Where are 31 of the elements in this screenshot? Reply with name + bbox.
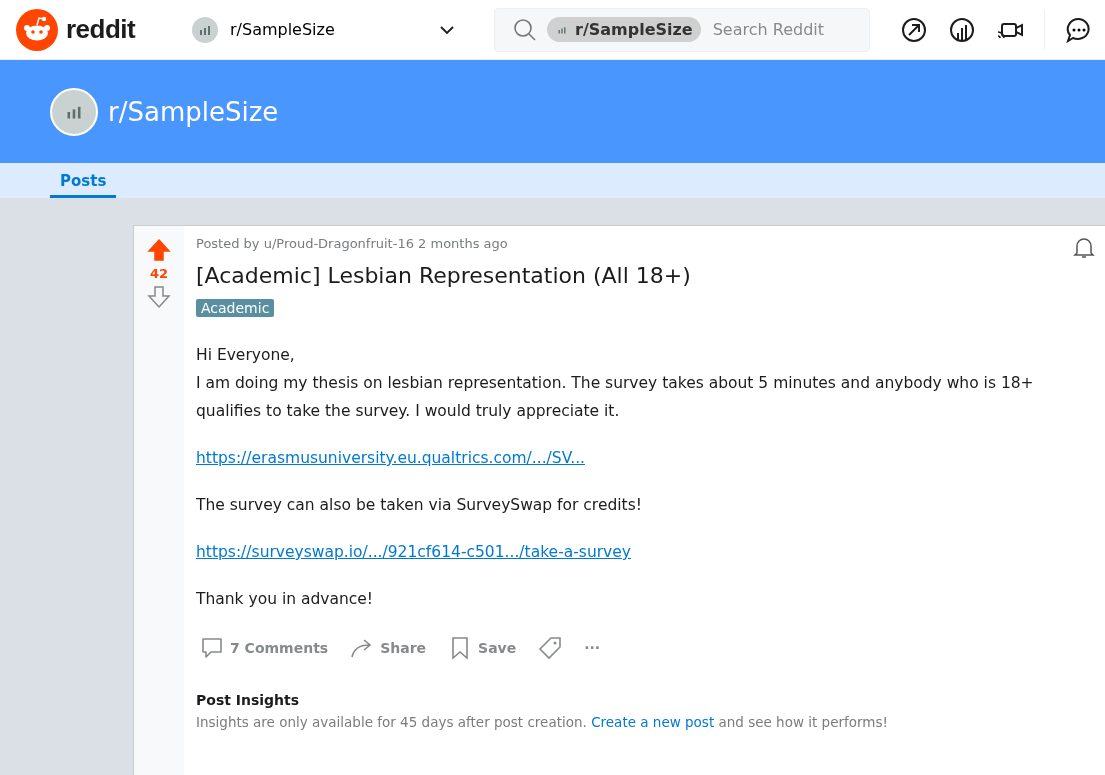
- share-button[interactable]: Share: [346, 632, 431, 664]
- vote-count: 42: [149, 266, 169, 281]
- insights-title: Post Insights: [196, 692, 301, 708]
- body-text: The survey can also be taken via SurveySwap for credits!: [196, 495, 643, 516]
- create-post-link[interactable]: Create a new post: [591, 714, 715, 730]
- community-chip[interactable]: r/SampleSize: [547, 17, 701, 42]
- body-text: I am doing my thesis on lesbian representation. The survey takes about 5 minutes and anybody who is 18+ qualifies to take the survey. I would truly appreciate it.: [196, 373, 1035, 422]
- community-dropdown[interactable]: r/SampleSize: [184, 9, 464, 50]
- community-title: r/SampleSize: [108, 96, 279, 127]
- save-button[interactable]: Save: [444, 632, 521, 664]
- alien-logo-icon[interactable]: [16, 8, 58, 51]
- body-text: Thank you in advance!: [196, 589, 375, 610]
- more-options-button[interactable]: ···: [580, 636, 605, 660]
- survey-link[interactable]: https://surveyswap.io/.../921cf614-c501.../take-a-survey: [196, 543, 631, 561]
- brand-name[interactable]: reddit: [66, 14, 136, 45]
- chat-bubble-icon[interactable]: [1065, 15, 1093, 44]
- post-meta: Posted by u/Proud-Dragonfruit-16 2 months ago: [196, 236, 509, 251]
- tag-icon: [538, 636, 563, 660]
- upvote-arrow-icon[interactable]: [147, 238, 171, 262]
- tab[interactable]: Posts: [50, 163, 117, 198]
- search-field[interactable]: r/SampleSize Search Reddit: [494, 7, 870, 52]
- flair-tag: Academic: [196, 299, 275, 317]
- bar-chart-icon[interactable]: [948, 15, 976, 44]
- body-text: Hi Everyone,: [196, 345, 296, 366]
- search-icon: [513, 17, 537, 42]
- post-title: [Academic] Lesbian Representation (All 18+): [196, 263, 692, 288]
- downvote-arrow-icon[interactable]: [147, 285, 171, 309]
- comment-bubble-icon: [200, 636, 224, 660]
- comments-button[interactable]: 7 Comments: [196, 632, 333, 664]
- survey-link[interactable]: https://erasmusuniversity.eu.qualtrics.com/.../SV...: [196, 449, 585, 467]
- insights-text: Insights are only available for 45 days after post creation. Create a new post and see how it performs!: [196, 714, 889, 730]
